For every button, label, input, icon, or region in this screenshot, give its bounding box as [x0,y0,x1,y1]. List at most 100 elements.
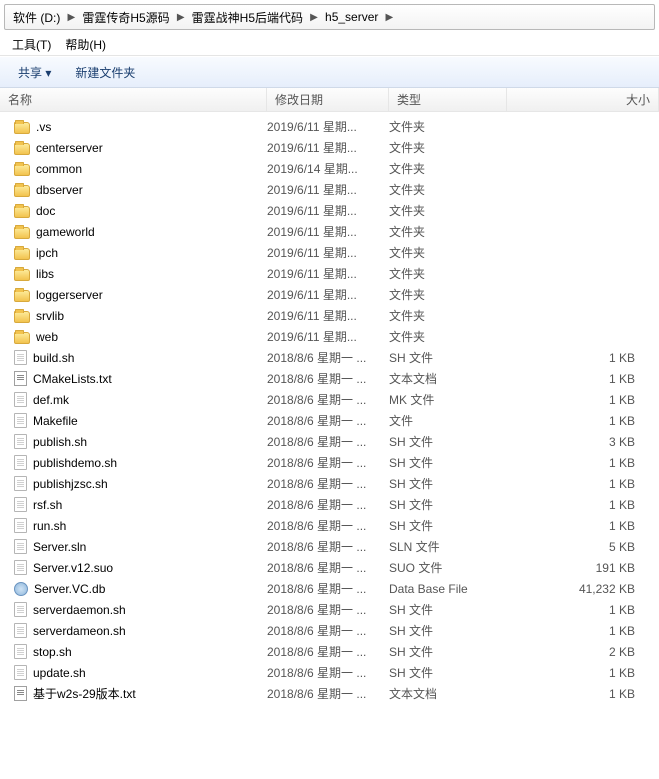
file-name: libs [36,267,54,281]
chevron-right-icon[interactable]: ▶ [174,12,188,23]
file-name: ipch [36,246,58,260]
file-date: 2019/6/14 星期... [267,160,389,177]
file-row[interactable]: Server.v12.suo2018/8/6 星期一 ...SUO 文件191 … [0,557,659,578]
file-date: 2018/8/6 星期一 ... [267,391,389,408]
file-row[interactable]: web2019/6/11 星期...文件夹 [0,326,659,347]
file-name: Server.v12.suo [33,561,113,575]
file-name: common [36,162,82,176]
header-name[interactable]: 名称 [0,88,267,111]
breadcrumb-seg-1[interactable]: 雷霆传奇H5源码 [78,9,173,26]
file-row[interactable]: 基于w2s-29版本.txt2018/8/6 星期一 ...文本文档1 KB [0,683,659,704]
file-size: 1 KB [507,393,659,407]
file-row[interactable]: publish.sh2018/8/6 星期一 ...SH 文件3 KB [0,431,659,452]
file-row[interactable]: centerserver2019/6/11 星期...文件夹 [0,137,659,158]
header-type[interactable]: 类型 [389,88,507,111]
file-size: 5 KB [507,540,659,554]
file-name: doc [36,204,55,218]
file-name: Server.sln [33,540,86,554]
file-row[interactable]: loggerserver2019/6/11 星期...文件夹 [0,284,659,305]
header-date[interactable]: 修改日期 [267,88,389,111]
file-row[interactable]: gameworld2019/6/11 星期...文件夹 [0,221,659,242]
share-button[interactable]: 共享 ▾ [8,60,61,85]
file-date: 2018/8/6 星期一 ... [267,664,389,681]
file-date: 2018/8/6 星期一 ... [267,601,389,618]
file-row[interactable]: run.sh2018/8/6 星期一 ...SH 文件1 KB [0,515,659,536]
file-type: SLN 文件 [389,538,507,555]
file-date: 2019/6/11 星期... [267,223,389,240]
file-icon [14,602,27,617]
file-list: .vs2019/6/11 星期...文件夹centerserver2019/6/… [0,112,659,704]
file-row[interactable]: publishdemo.sh2018/8/6 星期一 ...SH 文件1 KB [0,452,659,473]
file-type: SH 文件 [389,496,507,513]
file-row[interactable]: .vs2019/6/11 星期...文件夹 [0,116,659,137]
file-name: 基于w2s-29版本.txt [33,685,136,702]
file-row[interactable]: dbserver2019/6/11 星期...文件夹 [0,179,659,200]
file-name: serverdameon.sh [33,624,126,638]
file-icon [14,350,27,365]
file-type: 文件 [389,412,507,429]
breadcrumb-seg-3[interactable]: h5_server [321,10,382,24]
file-size: 1 KB [507,624,659,638]
file-type: 文件夹 [389,139,507,156]
breadcrumb-root[interactable]: 软件 (D:) [9,9,64,26]
file-icon [14,539,27,554]
file-size: 1 KB [507,477,659,491]
file-name: serverdaemon.sh [33,603,126,617]
file-type: 文本文档 [389,685,507,702]
chevron-right-icon[interactable]: ▶ [382,12,396,23]
chevron-right-icon[interactable]: ▶ [64,12,78,23]
chevron-right-icon[interactable]: ▶ [307,12,321,23]
breadcrumb-seg-2[interactable]: 雷霆战神H5后端代码 [188,9,307,26]
file-name: web [36,330,58,344]
file-row[interactable]: rsf.sh2018/8/6 星期一 ...SH 文件1 KB [0,494,659,515]
file-type: 文件夹 [389,118,507,135]
file-name: publishdemo.sh [33,456,117,470]
file-type: SH 文件 [389,349,507,366]
file-name: Server.VC.db [34,582,105,596]
file-row[interactable]: serverdaemon.sh2018/8/6 星期一 ...SH 文件1 KB [0,599,659,620]
file-date: 2018/8/6 星期一 ... [267,370,389,387]
file-date: 2018/8/6 星期一 ... [267,454,389,471]
file-size: 1 KB [507,666,659,680]
file-type: SH 文件 [389,517,507,534]
folder-icon [14,185,30,197]
db-icon [14,582,28,596]
file-row[interactable]: Makefile2018/8/6 星期一 ...文件1 KB [0,410,659,431]
file-row[interactable]: serverdameon.sh2018/8/6 星期一 ...SH 文件1 KB [0,620,659,641]
file-icon [14,665,27,680]
header-size[interactable]: 大小 [507,88,659,111]
file-row[interactable]: stop.sh2018/8/6 星期一 ...SH 文件2 KB [0,641,659,662]
file-row[interactable]: libs2019/6/11 星期...文件夹 [0,263,659,284]
file-row[interactable]: doc2019/6/11 星期...文件夹 [0,200,659,221]
file-date: 2019/6/11 星期... [267,244,389,261]
file-row[interactable]: build.sh2018/8/6 星期一 ...SH 文件1 KB [0,347,659,368]
file-date: 2019/6/11 星期... [267,328,389,345]
file-name: def.mk [33,393,69,407]
file-row[interactable]: Server.VC.db2018/8/6 星期一 ...Data Base Fi… [0,578,659,599]
file-name: loggerserver [36,288,103,302]
file-row[interactable]: CMakeLists.txt2018/8/6 星期一 ...文本文档1 KB [0,368,659,389]
file-row[interactable]: publishjzsc.sh2018/8/6 星期一 ...SH 文件1 KB [0,473,659,494]
column-headers: 名称 修改日期 类型 大小 [0,88,659,112]
file-row[interactable]: def.mk2018/8/6 星期一 ...MK 文件1 KB [0,389,659,410]
file-name: Makefile [33,414,78,428]
file-type: 文件夹 [389,160,507,177]
file-row[interactable]: update.sh2018/8/6 星期一 ...SH 文件1 KB [0,662,659,683]
file-row[interactable]: ipch2019/6/11 星期...文件夹 [0,242,659,263]
file-name: CMakeLists.txt [33,372,112,386]
new-folder-button[interactable]: 新建文件夹 [65,60,145,85]
file-type: 文件夹 [389,307,507,324]
file-date: 2019/6/11 星期... [267,202,389,219]
menu-tools[interactable]: 工具(T) [6,34,57,55]
file-icon [14,413,27,428]
file-row[interactable]: common 2019/6/14 星期...文件夹 [0,158,659,179]
file-row[interactable]: srvlib2019/6/11 星期...文件夹 [0,305,659,326]
folder-icon [14,332,30,344]
breadcrumb[interactable]: 软件 (D:) ▶ 雷霆传奇H5源码 ▶ 雷霆战神H5后端代码 ▶ h5_ser… [4,4,655,30]
file-name: build.sh [33,351,74,365]
file-date: 2018/8/6 星期一 ... [267,685,389,702]
menu-help[interactable]: 帮助(H) [59,34,112,55]
file-name: publish.sh [33,435,87,449]
file-row[interactable]: Server.sln2018/8/6 星期一 ...SLN 文件5 KB [0,536,659,557]
file-type: SH 文件 [389,643,507,660]
